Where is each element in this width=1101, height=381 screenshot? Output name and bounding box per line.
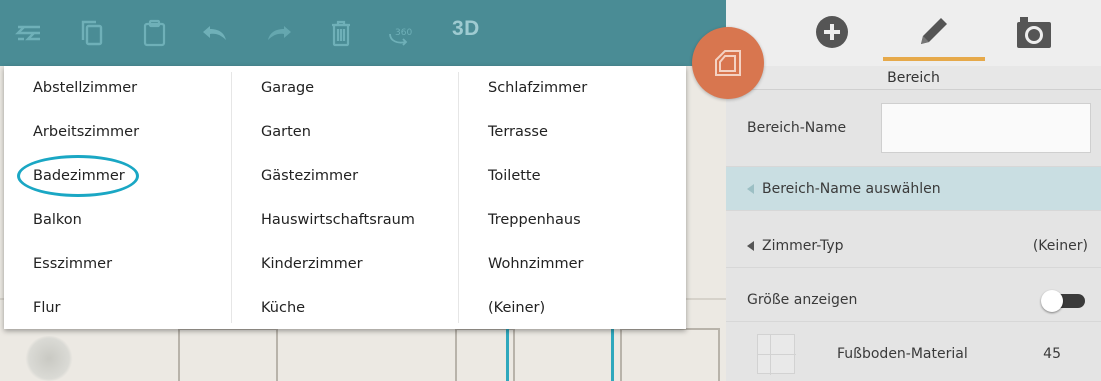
select-area-name-label: Bereich-Name auswählen [747,167,941,211]
room-option-badezimmer[interactable]: Badezimmer [33,154,125,198]
room-option-flur[interactable]: Flur [33,286,61,330]
area-name-row: Bereich-Name [726,90,1101,167]
room-option-garten[interactable]: Garten [261,110,311,154]
room-option-esszimmer[interactable]: Esszimmer [33,242,112,286]
properties-panel: Bereich Bereich-Name Bereich-Name auswäh… [726,66,1101,381]
trash-icon[interactable] [326,18,356,48]
room-option-hauswirtschaftsraum[interactable]: Hauswirtschaftsraum [261,198,415,242]
show-size-toggle[interactable] [1041,290,1085,312]
plan-selected-room [506,324,614,381]
dropdown-column-1: Abstellzimmer Arbeitszimmer Badezimmer B… [4,66,232,329]
room-option-schlafzimmer[interactable]: Schlafzimmer [488,66,587,110]
room-option-treppenhaus[interactable]: Treppenhaus [488,198,581,242]
floor-material-value: 45 [1043,346,1061,362]
active-tab-underline [883,57,985,61]
room-option-terrasse[interactable]: Terrasse [488,110,548,154]
add-icon[interactable] [812,12,852,52]
camera-icon[interactable] [1014,12,1054,52]
rotate-360-icon[interactable]: 360 [386,18,416,48]
room-option-keiner[interactable]: (Keiner) [488,286,545,330]
room-option-gaestezimmer[interactable]: Gästezimmer [261,154,358,198]
main-toolbar: 360 3D [0,0,726,66]
room-option-garage[interactable]: Garage [261,66,314,110]
room-option-kueche[interactable]: Küche [261,286,305,330]
room-type-row[interactable]: Zimmer-Typ (Keiner) [726,224,1101,268]
room-type-value: (Keiner) [1032,238,1088,254]
dropdown-column-2: Garage Garten Gästezimmer Hauswirtschaft… [232,66,458,329]
triangle-left-icon [747,184,754,194]
plan-plant [24,336,74,381]
paste-icon[interactable] [140,18,170,48]
room-option-wohnzimmer[interactable]: Wohnzimmer [488,242,584,286]
plan-sofa [178,328,278,381]
area-name-label: Bereich-Name [747,120,847,136]
layers-icon[interactable] [14,18,44,48]
room-option-toilette[interactable]: Toilette [488,154,541,198]
room-option-abstellzimmer[interactable]: Abstellzimmer [33,66,137,110]
room-icon [715,50,741,76]
view-3d-button[interactable]: 3D [452,17,480,41]
app-window: 360 3D Bereich Bereich-Name Bereich-Name… [0,0,1101,381]
svg-text:360: 360 [395,28,412,38]
show-size-label: Größe anzeigen [747,292,858,308]
undo-icon[interactable] [200,18,230,48]
area-tool-button[interactable] [692,27,764,99]
room-type-text: Zimmer-Typ [762,238,844,254]
triangle-left-icon [747,241,754,251]
panel-tab-bar [726,0,1101,66]
toggle-knob [1041,290,1063,312]
room-option-arbeitszimmer[interactable]: Arbeitszimmer [33,110,139,154]
pencil-icon[interactable] [913,12,953,52]
room-option-balkon[interactable]: Balkon [33,198,82,242]
panel-header: Bereich [726,66,1101,90]
select-area-name-row[interactable]: Bereich-Name auswählen [726,167,1101,211]
room-type-dropdown: Abstellzimmer Arbeitszimmer Badezimmer B… [4,66,686,329]
floor-material-swatch[interactable] [757,334,796,375]
dropdown-column-3: Schlafzimmer Terrasse Toilette Treppenha… [459,66,686,329]
room-option-kinderzimmer[interactable]: Kinderzimmer [261,242,363,286]
redo-icon[interactable] [264,18,294,48]
floor-material-label: Fußboden-Material [837,346,968,362]
room-type-label: Zimmer-Typ [747,224,844,268]
copy-icon[interactable] [78,18,108,48]
plan-furniture [620,328,720,381]
select-area-name-text: Bereich-Name auswählen [762,181,941,197]
area-name-input[interactable] [881,103,1091,153]
